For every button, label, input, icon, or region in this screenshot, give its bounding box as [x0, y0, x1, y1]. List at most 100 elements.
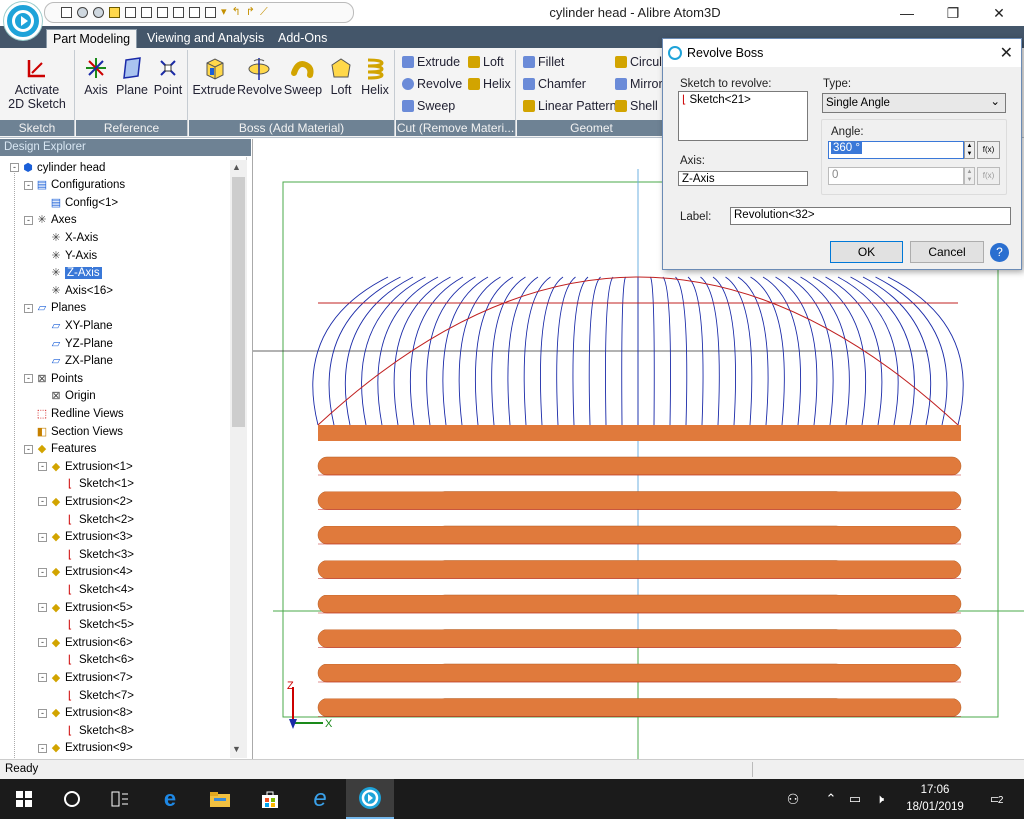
view-cube-icon[interactable]: [109, 7, 120, 18]
tree-item[interactable]: ⌊ Sketch<4>: [52, 581, 134, 598]
tree-expander-icon[interactable]: -: [38, 708, 47, 718]
close-button[interactable]: ✕: [976, 0, 1022, 26]
tree-item[interactable]: ⌊ Sketch<3>: [52, 546, 134, 563]
angle2-fx-button[interactable]: f(x): [977, 167, 1000, 185]
tree-expander-icon[interactable]: -: [10, 163, 19, 172]
type-select[interactable]: Single Angle ⌄: [822, 93, 1006, 113]
measure-icon[interactable]: ⟋: [260, 7, 268, 18]
sketch-list-item[interactable]: Sketch<21>: [690, 94, 751, 106]
sweep-cut-button[interactable]: Sweep: [402, 96, 455, 116]
tree-item[interactable]: - ◆ Extrusion<3>: [38, 529, 133, 546]
sweep-boss-button[interactable]: Sweep: [283, 52, 323, 102]
tree-item[interactable]: - ◆ Extrusion<7>: [38, 669, 133, 686]
tree-item[interactable]: - ✳ Axes: [24, 212, 77, 229]
tree-item[interactable]: ⌊ Sketch<6>: [52, 652, 134, 669]
scroll-down-icon[interactable]: ▼: [232, 744, 241, 754]
view-right-icon[interactable]: [205, 7, 216, 18]
dropdown-icon[interactable]: ▾: [221, 7, 227, 18]
rotate-right-icon[interactable]: ↱: [246, 7, 255, 18]
tree-item[interactable]: ⊠ Origin: [38, 388, 95, 405]
tree-item[interactable]: ▤ Config<1>: [38, 194, 118, 211]
notifications-icon[interactable]: ▭ 2: [976, 779, 1016, 819]
tree-expander-icon[interactable]: -: [24, 374, 33, 384]
tree-expander-icon[interactable]: -: [38, 603, 47, 612]
linear-pattern-button[interactable]: Linear Pattern: [523, 96, 617, 116]
tree-item[interactable]: ⌊ Sketch<5>: [52, 617, 134, 634]
tree-item[interactable]: ▱ XY-Plane: [38, 317, 113, 334]
scroll-up-icon[interactable]: ▲: [232, 162, 241, 172]
tree-item[interactable]: - ◆ Features: [24, 441, 96, 458]
undo-icon[interactable]: [77, 7, 88, 18]
store-icon[interactable]: [246, 779, 294, 819]
tree-item[interactable]: ⌊ Sketch<8>: [52, 722, 134, 739]
tree-item[interactable]: ✳ Y-Axis: [38, 247, 97, 264]
redo-icon[interactable]: [93, 7, 104, 18]
task-view-icon[interactable]: [96, 779, 144, 819]
tree-item[interactable]: ⌊ Sketch<7>: [52, 687, 134, 704]
tree-item[interactable]: - ◆ Extrusion<4>: [38, 564, 133, 581]
view-back-icon[interactable]: [141, 7, 152, 18]
helix-cut-button[interactable]: Helix: [468, 74, 511, 94]
ok-button[interactable]: OK: [830, 241, 903, 263]
people-icon[interactable]: ⚇: [778, 779, 808, 819]
sketch-to-revolve-list[interactable]: ⌊ Sketch<21>: [678, 91, 808, 141]
tree-item[interactable]: - ⊠ Points: [24, 370, 83, 387]
loft-cut-button[interactable]: Loft: [468, 52, 504, 72]
tree-expander-icon[interactable]: -: [24, 303, 33, 313]
shell-button[interactable]: Shell: [615, 96, 658, 116]
tree-item[interactable]: - ◆ Extrusion<6>: [38, 634, 133, 651]
tree-item[interactable]: ◧ Section Views: [24, 423, 123, 440]
helix-boss-button[interactable]: Helix: [357, 52, 393, 102]
internet-explorer-icon[interactable]: e: [296, 779, 344, 819]
revolve-boss-button[interactable]: Revolve: [237, 52, 282, 102]
tab-add-ons[interactable]: Add-Ons: [272, 29, 333, 48]
help-button[interactable]: ?: [990, 243, 1009, 262]
cancel-button[interactable]: Cancel: [910, 241, 984, 263]
tree-item[interactable]: - ◆ Extrusion<2>: [38, 493, 133, 510]
point-button[interactable]: Point: [150, 52, 186, 102]
file-explorer-icon[interactable]: [196, 779, 244, 819]
tree-item[interactable]: - ⬢ cylinder head: [10, 159, 105, 176]
view-front-icon[interactable]: [125, 7, 136, 18]
revolve-cut-button[interactable]: Revolve: [402, 74, 462, 94]
maximize-button[interactable]: ❐: [930, 0, 976, 26]
chamfer-button[interactable]: Chamfer: [523, 74, 586, 94]
rotate-left-icon[interactable]: ↰: [232, 7, 241, 18]
tree-item[interactable]: - ◆ Extrusion<5>: [38, 599, 133, 616]
angle2-input[interactable]: 0: [828, 167, 964, 185]
tree-expander-icon[interactable]: -: [38, 532, 47, 542]
tree-item[interactable]: ✳ Axis<16>: [38, 282, 113, 299]
tree-item[interactable]: ⌊ Sketch<2>: [52, 511, 134, 528]
tree-item[interactable]: ⌊ Sketch<1>: [52, 476, 134, 493]
tree-expander-icon[interactable]: -: [38, 497, 47, 507]
tree-item[interactable]: ✳ X-Axis: [38, 229, 98, 246]
tree-expander-icon[interactable]: -: [38, 567, 47, 577]
chevron-up-icon[interactable]: ⌃: [820, 779, 842, 819]
tree-expander-icon[interactable]: -: [24, 180, 33, 190]
tree-item[interactable]: ▱ YZ-Plane: [38, 335, 113, 352]
view-bottom-icon[interactable]: [173, 7, 184, 18]
label-input[interactable]: Revolution<32>: [730, 207, 1011, 225]
alibre-taskbar-icon[interactable]: [346, 779, 394, 819]
tree-item[interactable]: ⬚ Redline Views: [24, 405, 124, 422]
tree-expander-icon[interactable]: -: [38, 743, 47, 753]
tree-expander-icon[interactable]: -: [24, 444, 33, 454]
tree-item[interactable]: ✳ Z-Axis: [38, 265, 102, 282]
minimize-button[interactable]: —: [884, 0, 930, 26]
view-top-icon[interactable]: [157, 7, 168, 18]
tree-expander-icon[interactable]: -: [24, 215, 33, 225]
tree-expander-icon[interactable]: -: [38, 638, 47, 648]
tab-viewing-analysis[interactable]: Viewing and Analysis: [141, 29, 270, 48]
tree-item[interactable]: - ▤ Configurations: [24, 177, 125, 194]
extrude-boss-button[interactable]: Extrude: [192, 52, 236, 102]
angle-input[interactable]: 360 °: [828, 141, 964, 159]
windows-start-icon[interactable]: [0, 779, 48, 819]
volume-icon[interactable]: 🕨: [868, 779, 892, 819]
activate-2d-sketch-button[interactable]: Activate 2D Sketch: [4, 52, 70, 111]
edge-browser-icon[interactable]: e: [146, 779, 194, 819]
tree-expander-icon[interactable]: -: [38, 673, 47, 683]
explorer-scroll-thumb[interactable]: [232, 177, 245, 427]
circular-pattern-button[interactable]: Circul: [615, 52, 662, 72]
save-icon[interactable]: [61, 7, 72, 18]
search-icon[interactable]: [48, 779, 96, 819]
